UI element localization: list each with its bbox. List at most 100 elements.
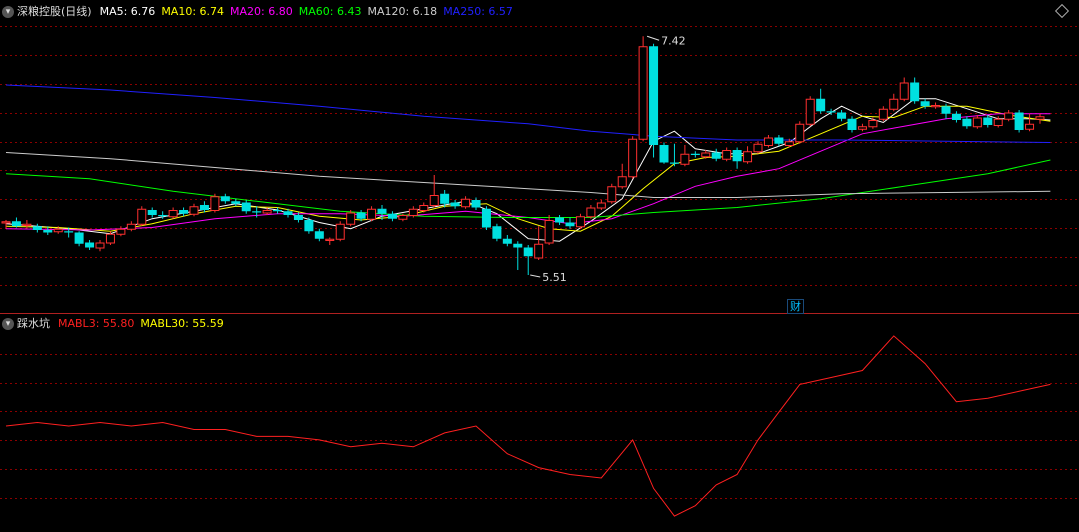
candle-body-down — [377, 208, 387, 214]
candle-body-down — [356, 212, 366, 219]
candle-body-down — [983, 117, 993, 125]
candle-body-up — [367, 208, 377, 220]
ma60-label: MA60: 6.43 — [298, 5, 362, 18]
candle-body-down — [659, 145, 669, 163]
candle-body-up — [805, 98, 815, 125]
candle-body-down — [920, 101, 930, 107]
candle-body-up — [325, 238, 335, 241]
candle-body-down — [502, 238, 512, 244]
candlesticks — [1, 36, 1045, 275]
upper-legend: ▾ 深粮控股(日线) MA5: 6.76 MA10: 6.74 MA20: 6.80 MA… — [0, 3, 519, 21]
candle-body-down — [565, 222, 575, 227]
candle-body-down — [74, 232, 84, 244]
candle-body-down — [816, 98, 826, 112]
candle-body-down — [471, 200, 481, 208]
candle-body-up — [126, 223, 136, 230]
candle-body-up — [607, 186, 617, 203]
candle-body-up — [22, 223, 32, 226]
candle-body-down — [241, 202, 251, 212]
candle-body-up — [461, 198, 471, 208]
mabl30-label: MABL30: 55.59 — [140, 317, 224, 330]
stock-name: 深粮控股(日线) — [17, 5, 92, 18]
candle-body-down — [11, 221, 21, 227]
candle-body-down — [690, 153, 700, 155]
candle-body-up — [1035, 116, 1045, 120]
candle-body-down — [199, 205, 209, 210]
kline-chart: 7.42 5.51 — [0, 26, 1079, 517]
candle-body-down — [440, 193, 450, 204]
candle-body-down — [732, 150, 742, 162]
candle-body-down — [774, 137, 784, 144]
candle-body-up — [398, 215, 408, 220]
candle-body-down — [481, 208, 491, 228]
candle-body-up — [701, 152, 711, 158]
candle-body-up — [931, 105, 941, 108]
lower-legend: ▾ 踩水坑 MABL3: 55.80 MABL30: 55.59 — [0, 315, 230, 333]
candle-body-up — [534, 243, 544, 259]
candle-body-up — [168, 210, 178, 218]
candle-body-down — [669, 162, 679, 164]
ma5-label: MA5: 6.76 — [99, 5, 156, 18]
candle-body-up — [1025, 123, 1035, 130]
ma120-line — [5, 152, 1051, 198]
ma250-label: MA250: 6.57 — [443, 5, 513, 18]
candle-body-down — [826, 111, 836, 113]
candle-body-down — [283, 211, 293, 215]
candle-body-down — [837, 112, 847, 119]
mabl3-label: MABL3: 55.80 — [58, 317, 135, 330]
candle-body-down — [179, 210, 189, 214]
candle-body-down — [450, 202, 460, 207]
candle-body-up — [680, 153, 690, 165]
candle-body-down — [158, 215, 168, 217]
candle-body-up — [617, 176, 627, 188]
candle-body-down — [910, 82, 920, 102]
candle-body-up — [1004, 112, 1014, 120]
candle-body-up — [993, 118, 1003, 126]
candle-body-down — [220, 196, 230, 202]
collapse-icon[interactable]: ▾ — [2, 318, 14, 330]
candle-body-down — [951, 113, 961, 120]
candle-body-up — [889, 98, 899, 110]
candle-body-up — [638, 46, 648, 140]
candle-body-down — [941, 106, 951, 114]
candle-body-down — [293, 215, 303, 220]
candle-body-up — [722, 150, 732, 160]
candle-body-up — [53, 228, 63, 233]
candle-body-down — [387, 213, 397, 219]
candle-body-up — [753, 143, 763, 153]
candle-body-down — [252, 211, 262, 213]
candle-body-up — [868, 120, 878, 128]
candle-body-up — [346, 212, 356, 225]
candle-body-down — [711, 152, 721, 159]
candle-body-up — [210, 196, 220, 211]
candle-body-up — [575, 216, 585, 228]
collapse-icon[interactable]: ▾ — [2, 6, 14, 18]
candle-body-down — [304, 220, 314, 232]
ma250-line — [5, 84, 1051, 143]
candle-body-up — [137, 208, 147, 225]
candle-body-up — [105, 233, 115, 244]
candle-body-up — [972, 117, 982, 128]
ma5-line — [5, 98, 1051, 242]
candle-body-up — [878, 108, 888, 120]
candle-body-up — [743, 151, 753, 163]
candle-body-down — [1014, 112, 1024, 130]
low-price-label: 5.51 — [542, 271, 567, 284]
candle-body-up — [586, 207, 596, 218]
candle-body-down — [492, 226, 502, 239]
candle-body-up — [189, 206, 199, 215]
finance-marker[interactable]: 财 — [787, 299, 804, 314]
candle-body-up — [408, 208, 418, 216]
candle-body-down — [43, 230, 53, 233]
candle-body-up — [763, 137, 773, 146]
candle-body-up — [116, 228, 126, 235]
candle-body-up — [1, 221, 11, 224]
candle-body-up — [596, 202, 606, 209]
candle-body-up — [419, 205, 429, 211]
candle-body-up — [262, 210, 272, 214]
candle-body-up — [899, 82, 909, 100]
candle-body-down — [231, 201, 241, 204]
high-price-label: 7.42 — [661, 34, 686, 47]
indicator-name: 踩水坑 — [17, 317, 50, 330]
ma120-label: MA120: 6.18 — [367, 5, 438, 18]
